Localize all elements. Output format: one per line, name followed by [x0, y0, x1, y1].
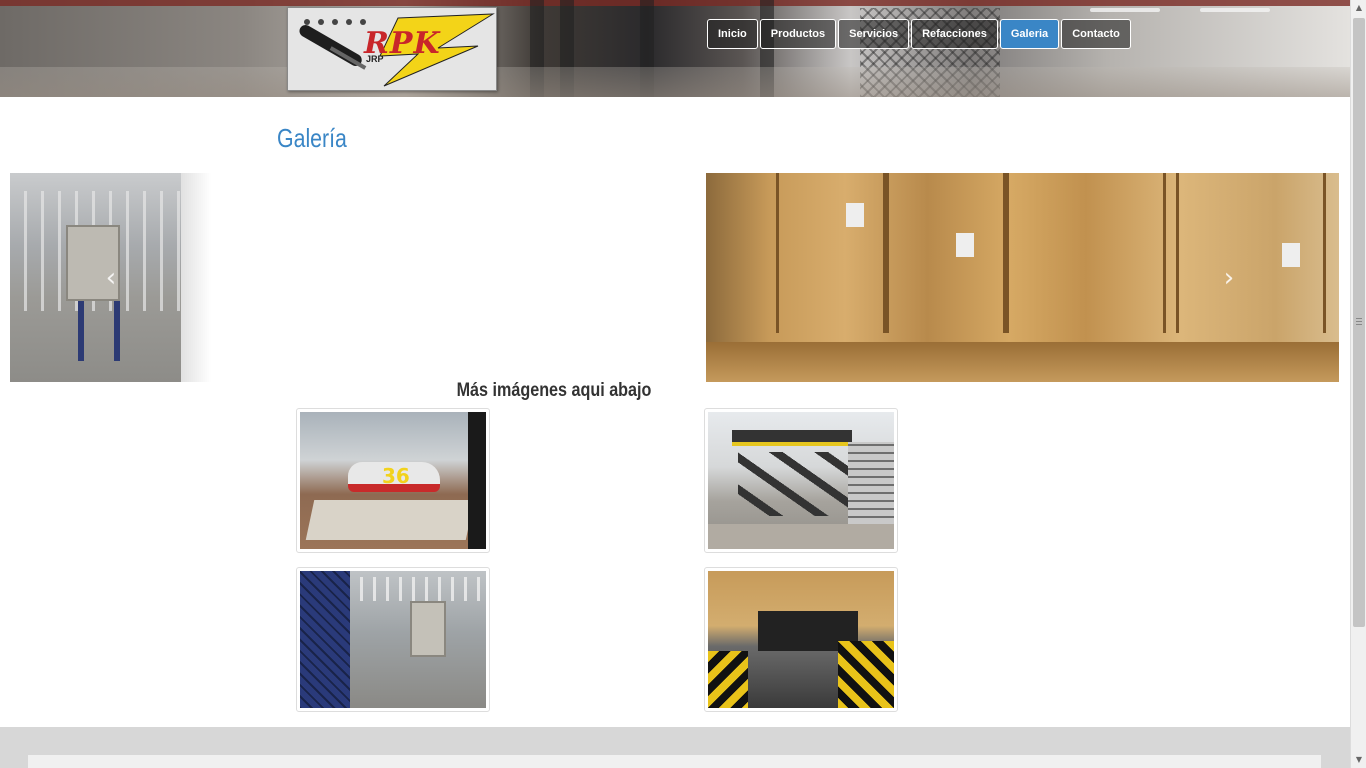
banner-floor [0, 67, 1350, 97]
site-logo[interactable]: RPK JRP [287, 7, 497, 91]
carousel-slide-next[interactable] [706, 173, 1339, 382]
scroll-down-arrow-icon[interactable]: ▼ [1351, 752, 1366, 768]
footer-panel [28, 755, 1321, 768]
nav-item-contacto[interactable]: Contacto [1061, 19, 1131, 49]
scrollbar-thumb[interactable] [1353, 18, 1365, 627]
thumbnail-image: 36 [300, 412, 486, 549]
thumbnail-image [300, 571, 486, 708]
nav-item-galeria[interactable]: Galeria [999, 19, 1060, 49]
vertical-scrollbar[interactable]: ▲ ▼ [1350, 0, 1366, 768]
main-nav: Inicio Productos Servicios Refacciones G… [707, 19, 1131, 49]
gallery-thumbnail[interactable] [704, 408, 898, 553]
nav-item-inicio[interactable]: Inicio [707, 19, 758, 49]
banner-light [1090, 8, 1160, 12]
header-banner: RPK JRP Inicio Productos Servicios Refac… [0, 0, 1350, 97]
carousel-slide-previous[interactable] [10, 173, 181, 382]
gallery-carousel: ‹ › [10, 173, 1339, 382]
gallery-thumbnail[interactable] [704, 567, 898, 712]
logo-subtext: JRP [366, 54, 384, 64]
nav-item-refacciones[interactable]: Refacciones [911, 19, 998, 49]
gallery-thumbnail[interactable] [296, 567, 490, 712]
nav-item-servicios[interactable]: Servicios [838, 19, 910, 49]
scroll-up-arrow-icon[interactable]: ▲ [1351, 0, 1366, 16]
gallery-thumbnail[interactable]: 36 [296, 408, 490, 553]
gallery-subtitle: Más imágenes aqui abajo [456, 380, 652, 401]
footer [0, 727, 1350, 768]
thumbnail-image [708, 412, 894, 549]
banner-light [1200, 8, 1270, 12]
carousel-shadow [181, 173, 211, 382]
page-title: Galería [277, 123, 347, 153]
thumbnail-image [708, 571, 894, 708]
chevron-right-icon[interactable]: › [1218, 263, 1240, 293]
page: RPK JRP Inicio Productos Servicios Refac… [0, 0, 1366, 768]
chevron-left-icon[interactable]: ‹ [100, 263, 122, 293]
nav-item-productos[interactable]: Productos [759, 19, 837, 49]
banner-stripe [0, 0, 1350, 6]
